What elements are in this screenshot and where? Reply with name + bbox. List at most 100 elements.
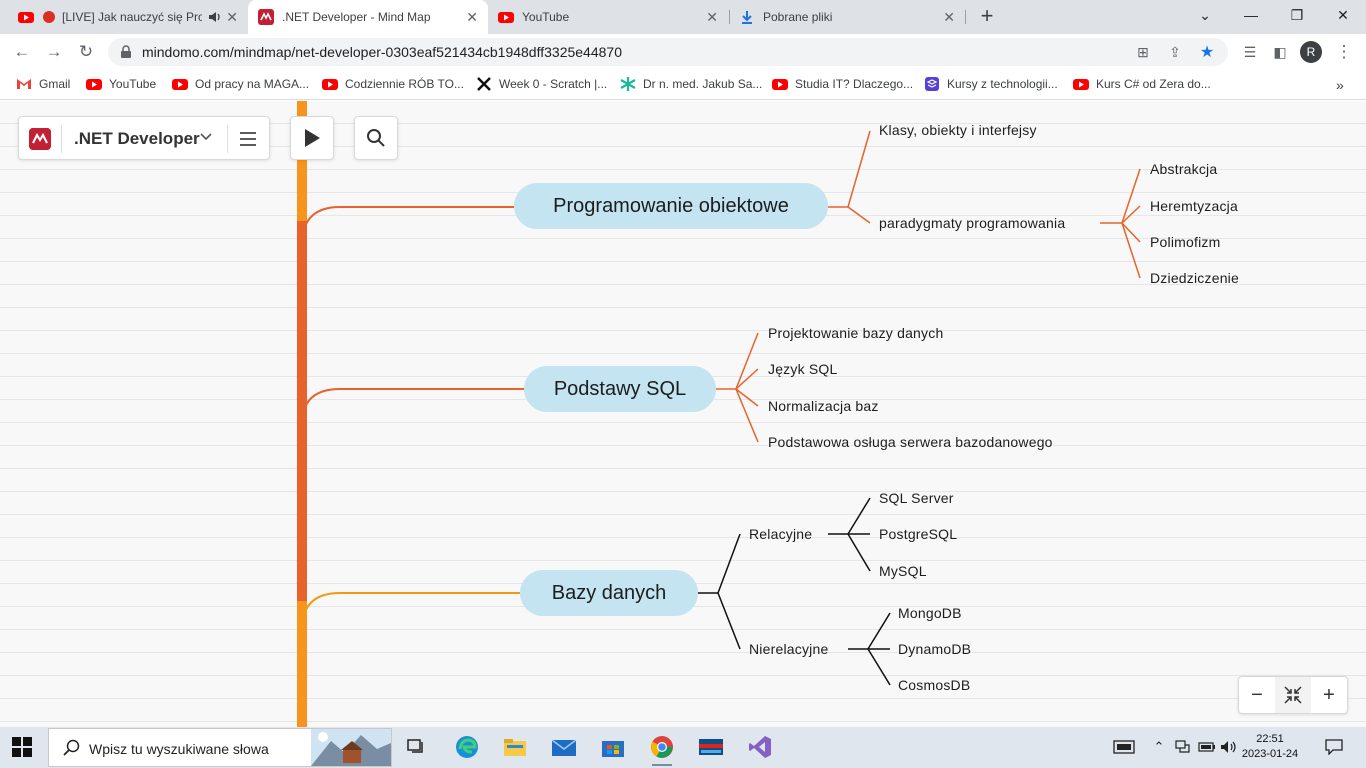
keyboard-layout-icon[interactable]	[1112, 739, 1136, 755]
restore-button[interactable]: ❐	[1274, 0, 1320, 30]
side-panel-icon[interactable]: ◧	[1268, 40, 1292, 64]
back-button[interactable]: ←	[10, 40, 34, 64]
tab-youtube[interactable]: YouTube ✕	[488, 0, 728, 34]
subtopic[interactable]: Klasy, obiekty i interfejsy	[879, 122, 1037, 138]
x-icon	[477, 77, 491, 91]
tab-live-stream[interactable]: [LIVE] Jak nauczyć się Pro ✕	[8, 0, 248, 34]
translate-icon[interactable]: ⊞	[1134, 43, 1152, 61]
notifications-icon[interactable]	[1324, 739, 1344, 755]
lock-icon[interactable]	[120, 45, 132, 59]
map-title[interactable]: .NET Developer	[74, 129, 200, 149]
mindomo-logo-icon[interactable]	[29, 128, 51, 150]
fit-to-screen-button[interactable]	[1275, 677, 1311, 713]
zoom-in-button[interactable]: +	[1311, 677, 1347, 713]
subtopic[interactable]: paradygmaty programowania	[879, 215, 1065, 231]
play-icon	[305, 129, 320, 147]
zoom-controls: − +	[1238, 676, 1348, 714]
subtopic[interactable]: Normalizacja baz	[768, 398, 879, 414]
tab-downloads[interactable]: Pobrane pliki ✕	[729, 0, 965, 34]
bookmark-item[interactable]: Week 0 - Scratch |...	[476, 77, 607, 91]
bookmark-star-icon[interactable]: ★	[1198, 43, 1216, 61]
mindomo-icon	[258, 9, 274, 25]
search-icon	[367, 129, 385, 147]
tab-search-icon[interactable]: ⌄	[1182, 0, 1228, 30]
browser-toolbar: ← → ↻ mindomo.com/mindmap/net-developer-…	[0, 34, 1366, 70]
bookmark-item[interactable]: Dr n. med. Jakub Sa...	[620, 77, 762, 91]
volume-icon[interactable]	[1220, 739, 1238, 755]
edge-browser-icon[interactable]	[454, 735, 480, 759]
mind-map-canvas[interactable]: Programowanie obiektowe Klasy, obiekty i…	[0, 101, 1366, 727]
bookmark-item[interactable]: Kursy z technologii...	[924, 77, 1058, 91]
subtopic[interactable]: Język SQL	[768, 361, 838, 377]
show-hidden-icons-icon[interactable]: ⌃	[1150, 739, 1168, 755]
download-icon	[742, 11, 752, 24]
subtopic-leaf[interactable]: Polimofizm	[1150, 234, 1220, 250]
branch-line	[301, 206, 514, 242]
network-icon[interactable]	[1174, 739, 1192, 755]
collapse-arrows-icon	[1284, 686, 1302, 704]
subtopic[interactable]: Projektowanie bazy danych	[768, 325, 943, 341]
reading-list-icon[interactable]: ☰	[1238, 40, 1262, 64]
branch-line	[301, 388, 524, 422]
chevron-down-icon[interactable]	[199, 130, 213, 144]
bookmark-label: Studia IT? Dlaczego...	[795, 77, 914, 91]
taskbar-clock[interactable]: 22:51 2023-01-24	[1240, 732, 1300, 762]
browser-tab-strip: [LIVE] Jak nauczyć się Pro ✕ .NET Develo…	[0, 0, 1366, 34]
subtopic-leaf[interactable]: MySQL	[879, 563, 927, 579]
subtopic-leaf[interactable]: SQL Server	[879, 490, 954, 506]
subtopic-leaf[interactable]: Heremtyzacja	[1150, 198, 1238, 214]
subtopic-leaf[interactable]: MongoDB	[898, 605, 962, 621]
speaker-icon[interactable]	[208, 10, 222, 24]
close-tab-icon[interactable]: ✕	[466, 9, 478, 26]
bookmark-item[interactable]: Od pracy na MAGA...	[172, 77, 309, 91]
close-window-button[interactable]: ✕	[1320, 0, 1366, 30]
tab-title: [LIVE] Jak nauczyć się Pro	[62, 10, 202, 24]
forward-button[interactable]: →	[42, 40, 66, 64]
bookmark-item[interactable]: Codziennie RÓB TO...	[322, 77, 464, 91]
taskbar-search-box[interactable]: Wpisz tu wyszukiwane słowa	[48, 728, 392, 767]
lenovo-vantage-icon[interactable]	[698, 735, 724, 759]
profile-avatar[interactable]: R	[1300, 41, 1322, 63]
close-tab-icon[interactable]: ✕	[226, 9, 238, 26]
bookmark-label: Codziennie RÓB TO...	[345, 77, 464, 91]
subtopic-leaf[interactable]: Dziedziczenie	[1150, 270, 1239, 286]
new-tab-button[interactable]: +	[975, 3, 999, 28]
address-bar[interactable]: mindomo.com/mindmap/net-developer-0303ea…	[108, 38, 1228, 66]
topic-bazy-danych[interactable]: Bazy danych	[520, 570, 698, 616]
subtopic-leaf[interactable]: PostgreSQL	[879, 526, 957, 542]
subtopic-leaf[interactable]: DynamoDB	[898, 641, 971, 657]
subtopic[interactable]: Nierelacyjne	[749, 641, 828, 657]
subtopic[interactable]: Podstawowa osługa serwera bazodanowego	[768, 434, 1053, 450]
chrome-icon[interactable]	[649, 735, 675, 766]
close-tab-icon[interactable]: ✕	[943, 9, 955, 26]
search-button[interactable]	[354, 116, 398, 160]
file-explorer-icon[interactable]	[502, 735, 528, 759]
more-menu-icon[interactable]: ⋮	[1332, 40, 1356, 64]
zoom-out-button[interactable]: −	[1239, 677, 1275, 713]
windows-start-icon[interactable]	[12, 737, 32, 757]
topic-podstawy-sql[interactable]: Podstawy SQL	[524, 366, 716, 412]
reload-button[interactable]: ↻	[74, 40, 98, 64]
topic-programowanie-obiektowe[interactable]: Programowanie obiektowe	[514, 183, 828, 229]
microsoft-store-icon[interactable]	[600, 735, 626, 759]
subtopic[interactable]: Relacyjne	[749, 526, 812, 542]
bookmark-gmail[interactable]: Gmail	[16, 77, 70, 91]
youtube-icon	[86, 79, 102, 90]
hamburger-menu-icon[interactable]	[239, 131, 257, 147]
bookmark-youtube[interactable]: YouTube	[86, 77, 156, 91]
visual-studio-icon[interactable]	[747, 735, 773, 759]
share-icon[interactable]: ⇪	[1166, 43, 1184, 61]
bookmark-item[interactable]: Kurs C# od Zera do...	[1073, 77, 1211, 91]
play-presentation-button[interactable]	[290, 116, 334, 160]
minimize-button[interactable]: —	[1228, 0, 1274, 30]
bookmark-item[interactable]: Studia IT? Dlaczego...	[772, 77, 913, 91]
youtube-icon	[498, 12, 514, 23]
task-view-icon[interactable]	[404, 735, 430, 759]
battery-icon[interactable]	[1198, 739, 1216, 755]
close-tab-icon[interactable]: ✕	[706, 9, 718, 26]
subtopic-leaf[interactable]: Abstrakcja	[1150, 161, 1217, 177]
tab-mind-map[interactable]: .NET Developer - Mind Map ✕	[248, 0, 488, 34]
more-bookmarks-icon[interactable]: »	[1336, 77, 1344, 93]
mail-icon[interactable]	[551, 735, 577, 759]
subtopic-leaf[interactable]: CosmosDB	[898, 677, 970, 693]
